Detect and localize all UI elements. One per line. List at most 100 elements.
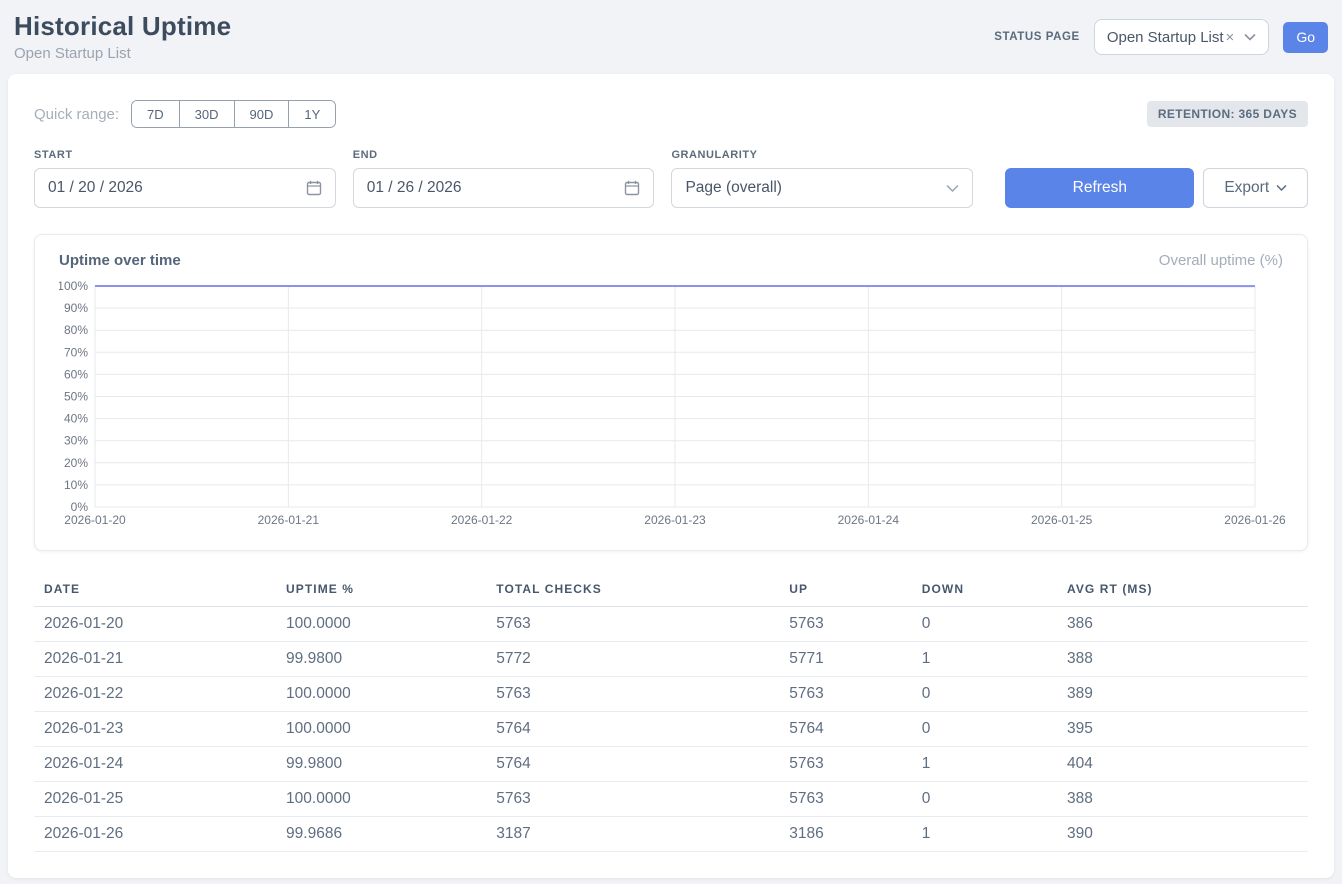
column-header: DATE: [34, 576, 276, 607]
table-cell: 2026-01-22: [34, 677, 276, 712]
granularity-label: GRANULARITY: [671, 149, 973, 161]
page-header: Historical Uptime Open Startup List STAT…: [8, 0, 1334, 74]
calendar-icon[interactable]: [624, 180, 640, 196]
svg-text:70%: 70%: [64, 345, 88, 359]
end-date-field: END 01 / 26 / 2026: [353, 149, 655, 208]
go-button[interactable]: Go: [1283, 22, 1328, 53]
table-cell: 99.9800: [276, 642, 486, 677]
quick-range-group: 7D30D90D1Y: [131, 100, 336, 128]
table-row: 2026-01-25100.0000576357630388: [34, 782, 1308, 817]
refresh-button[interactable]: Refresh: [1005, 168, 1194, 208]
table-cell: 2026-01-23: [34, 712, 276, 747]
quick-range-30d-button[interactable]: 30D: [180, 101, 235, 127]
table-cell: 99.9686: [276, 817, 486, 852]
table-cell: 404: [1057, 747, 1308, 782]
table-cell: 0: [912, 712, 1057, 747]
retention-badge: RETENTION: 365 DAYS: [1147, 101, 1308, 127]
quick-range-row: Quick range: 7D30D90D1Y RETENTION: 365 D…: [34, 100, 1308, 128]
table-cell: 389: [1057, 677, 1308, 712]
svg-text:100%: 100%: [59, 281, 88, 293]
svg-text:2026-01-21: 2026-01-21: [258, 513, 320, 527]
table-cell: 395: [1057, 712, 1308, 747]
table-cell: 2026-01-25: [34, 782, 276, 817]
end-label: END: [353, 149, 655, 161]
table-cell: 100.0000: [276, 782, 486, 817]
table-cell: 2026-01-21: [34, 642, 276, 677]
title-block: Historical Uptime Open Startup List: [14, 11, 231, 62]
svg-text:2026-01-24: 2026-01-24: [838, 513, 900, 527]
svg-text:2026-01-22: 2026-01-22: [451, 513, 513, 527]
end-date-input[interactable]: 01 / 26 / 2026: [353, 168, 655, 208]
start-date-field: START 01 / 20 / 2026: [34, 149, 336, 208]
granularity-field: GRANULARITY Page (overall): [671, 149, 973, 208]
page-subtitle: Open Startup List: [14, 45, 231, 62]
chevron-down-icon: [1244, 33, 1256, 41]
table-cell: 5763: [779, 677, 911, 712]
table-cell: 5772: [486, 642, 779, 677]
svg-text:90%: 90%: [64, 301, 88, 315]
svg-text:60%: 60%: [64, 367, 88, 381]
table-row: 2026-01-23100.0000576457640395: [34, 712, 1308, 747]
table-cell: 5764: [486, 712, 779, 747]
granularity-value: Page (overall): [685, 179, 782, 197]
table-cell: 99.9800: [276, 747, 486, 782]
table-row: 2026-01-2699.9686318731861390: [34, 817, 1308, 852]
export-button[interactable]: Export: [1203, 168, 1308, 208]
svg-text:50%: 50%: [64, 390, 88, 404]
column-header: UP: [779, 576, 911, 607]
svg-text:30%: 30%: [64, 434, 88, 448]
svg-text:0%: 0%: [71, 500, 89, 514]
start-date-input[interactable]: 01 / 20 / 2026: [34, 168, 336, 208]
quick-range-1y-button[interactable]: 1Y: [289, 101, 335, 127]
chevron-down-icon: [1276, 184, 1287, 192]
status-page-selected-value: Open Startup List: [1107, 29, 1224, 46]
table-cell: 2026-01-20: [34, 607, 276, 642]
column-header: DOWN: [912, 576, 1057, 607]
table-cell: 0: [912, 677, 1057, 712]
table-cell: 388: [1057, 782, 1308, 817]
table-cell: 390: [1057, 817, 1308, 852]
uptime-line-chart: 2026-01-202026-01-212026-01-222026-01-23…: [59, 281, 1285, 533]
table-header-row: DATEUPTIME %TOTAL CHECKSUPDOWNAVG RT (MS…: [34, 576, 1308, 607]
table-cell: 5763: [486, 677, 779, 712]
svg-text:20%: 20%: [64, 456, 88, 470]
quick-range-label: Quick range:: [34, 106, 119, 123]
table-cell: 2026-01-26: [34, 817, 276, 852]
table-cell: 1: [912, 642, 1057, 677]
column-header: TOTAL CHECKS: [486, 576, 779, 607]
start-label: START: [34, 149, 336, 161]
table-cell: 1: [912, 747, 1057, 782]
end-date-value: 01 / 26 / 2026: [367, 179, 462, 197]
uptime-chart-card: Uptime over time Overall uptime (%) 2026…: [34, 234, 1308, 551]
table-cell: 388: [1057, 642, 1308, 677]
clear-selection-icon[interactable]: ×: [1226, 29, 1235, 46]
calendar-icon[interactable]: [306, 180, 322, 196]
table-row: 2026-01-20100.0000576357630386: [34, 607, 1308, 642]
svg-text:10%: 10%: [64, 478, 88, 492]
table-cell: 0: [912, 607, 1057, 642]
table-cell: 2026-01-24: [34, 747, 276, 782]
table-row: 2026-01-22100.0000576357630389: [34, 677, 1308, 712]
quick-range-7d-button[interactable]: 7D: [132, 101, 180, 127]
quick-range-90d-button[interactable]: 90D: [235, 101, 290, 127]
page-title: Historical Uptime: [14, 11, 231, 42]
table-cell: 3186: [779, 817, 911, 852]
table-cell: 3187: [486, 817, 779, 852]
table-cell: 5763: [779, 782, 911, 817]
table-cell: 5764: [779, 712, 911, 747]
table-cell: 5763: [486, 607, 779, 642]
svg-text:40%: 40%: [64, 412, 88, 426]
export-label: Export: [1224, 179, 1269, 197]
table-cell: 1: [912, 817, 1057, 852]
table-cell: 5763: [779, 607, 911, 642]
status-page-select[interactable]: Open Startup List ×: [1094, 19, 1270, 55]
column-header: AVG RT (MS): [1057, 576, 1308, 607]
svg-text:2026-01-26: 2026-01-26: [1224, 513, 1285, 527]
table-cell: 0: [912, 782, 1057, 817]
table-cell: 100.0000: [276, 607, 486, 642]
svg-text:2026-01-25: 2026-01-25: [1031, 513, 1093, 527]
svg-text:2026-01-20: 2026-01-20: [64, 513, 126, 527]
granularity-select[interactable]: Page (overall): [671, 168, 973, 208]
table-row: 2026-01-2499.9800576457631404: [34, 747, 1308, 782]
table-cell: 100.0000: [276, 712, 486, 747]
